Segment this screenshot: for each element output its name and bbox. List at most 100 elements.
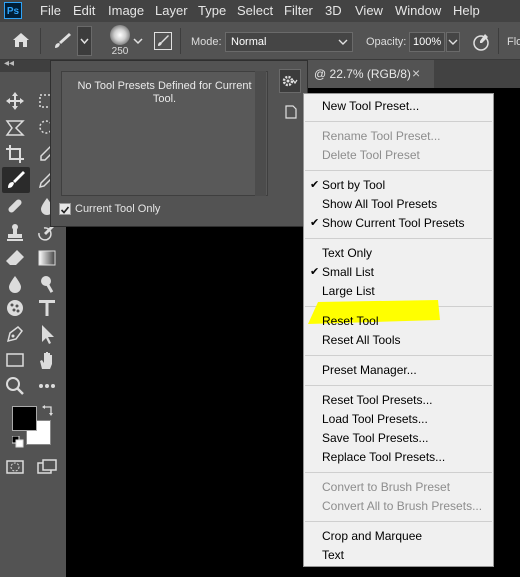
menu-item-show-all-tool-presets[interactable]: Show All Tool Presets	[322, 195, 437, 214]
menu-layer[interactable]: Layer	[155, 3, 188, 18]
eraser-tool-icon[interactable]	[4, 247, 26, 269]
divider	[498, 28, 499, 54]
lasso-tool-icon[interactable]	[4, 117, 26, 139]
opacity-input[interactable]: 100%	[409, 32, 445, 52]
smudge-drop-tool-icon[interactable]	[4, 273, 26, 295]
tool-preset-panel: No Tool Presets Defined for Current Tool…	[50, 60, 308, 227]
opacity-label: Opacity:	[366, 36, 407, 48]
chevron-down-icon	[448, 39, 458, 45]
menu-item-new-tool-preset[interactable]: New Tool Preset...	[322, 97, 419, 116]
menu-item-show-current-tool-presets[interactable]: Show Current Tool Presets	[322, 214, 465, 233]
pressure-opacity-icon[interactable]	[471, 32, 491, 52]
menu-edit[interactable]: Edit	[73, 3, 95, 18]
menu-item-preset-manager[interactable]: Preset Manager...	[322, 361, 417, 380]
opacity-slider-button[interactable]	[446, 32, 460, 52]
brush-tool-icon[interactable]	[5, 169, 27, 191]
chevron-down-icon	[338, 39, 348, 45]
menu-item-reset-tool[interactable]: Reset Tool	[322, 312, 378, 331]
menu-item-text[interactable]: Text	[322, 546, 344, 565]
rectangle-tool-icon[interactable]	[4, 349, 26, 371]
menu-view[interactable]: View	[355, 3, 383, 18]
brush-tool-icon[interactable]	[52, 31, 72, 51]
default-colors-icon[interactable]	[12, 436, 24, 448]
empty-presets-message: No Tool Presets Defined for Current Tool…	[77, 80, 252, 105]
menu-separator	[305, 121, 492, 122]
clone-stamp-tool-icon[interactable]	[4, 221, 26, 243]
menu-separator	[305, 355, 492, 356]
menu-item-reset-tool-presets[interactable]: Reset Tool Presets...	[322, 391, 433, 410]
menu-item-delete-tool-preset: Delete Tool Preset	[322, 148, 420, 162]
checkmark-icon: ✔	[310, 179, 320, 191]
swap-colors-icon[interactable]	[42, 404, 54, 416]
menu-item-convert-to-brush-preset: Convert to Brush Preset	[322, 480, 451, 494]
preset-options-menu: New Tool Preset... Rename Tool Preset...…	[303, 93, 494, 567]
document-tab-strip: @ 22.7% (RGB/8) ×	[300, 60, 520, 88]
checkmark-icon	[60, 206, 70, 214]
menu-separator	[305, 472, 492, 473]
menu-item-save-tool-presets[interactable]: Save Tool Presets...	[322, 429, 429, 448]
brush-settings-panel-button[interactable]	[154, 32, 172, 50]
menu-item-reset-all-tools[interactable]: Reset All Tools	[322, 331, 401, 350]
close-icon[interactable]: ×	[412, 65, 420, 81]
menu-filter[interactable]: Filter	[284, 3, 313, 18]
menu-item-rename-tool-preset: Rename Tool Preset...	[322, 129, 441, 143]
mode-select[interactable]: Normal	[225, 32, 353, 52]
dodge-tool-icon[interactable]	[36, 273, 58, 295]
new-preset-icon[interactable]	[284, 105, 298, 119]
menu-item-small-list[interactable]: Small List	[322, 263, 374, 282]
menu-item-sort-by-tool[interactable]: Sort by Tool	[322, 176, 385, 195]
mode-label: Mode:	[191, 36, 222, 48]
sponge-tool-icon[interactable]	[4, 297, 26, 319]
menu-separator	[305, 521, 492, 522]
flow-label: Flo	[507, 36, 520, 48]
menu-select[interactable]: Select	[237, 3, 273, 18]
menu-item-text-only[interactable]: Text Only	[322, 244, 372, 263]
gear-icon	[282, 75, 298, 87]
document-tab-title: @ 22.7% (RGB/8)	[314, 67, 411, 81]
tool-preset-list[interactable]: No Tool Presets Defined for Current Tool…	[61, 71, 268, 196]
menu-type[interactable]: Type	[198, 3, 226, 18]
menu-file[interactable]: File	[40, 3, 61, 18]
current-tool-only-checkbox[interactable]	[59, 203, 71, 215]
menu-separator	[305, 170, 492, 171]
pen-tool-icon[interactable]	[4, 323, 26, 345]
menu-item-load-tool-presets[interactable]: Load Tool Presets...	[322, 410, 428, 429]
crop-tool-icon[interactable]	[4, 143, 26, 165]
document-tab[interactable]: @ 22.7% (RGB/8) ×	[308, 60, 434, 88]
menu-item-replace-tool-presets[interactable]: Replace Tool Presets...	[322, 448, 445, 467]
path-selection-tool-icon[interactable]	[36, 323, 58, 345]
hand-tool-icon[interactable]	[36, 349, 58, 371]
chevron-down-icon	[80, 38, 89, 45]
menu-item-crop-and-marquee[interactable]: Crop and Marquee	[322, 527, 422, 546]
divider	[40, 28, 41, 54]
home-icon[interactable]	[12, 32, 30, 48]
divider	[180, 28, 181, 54]
checkmark-icon: ✔	[310, 266, 320, 278]
type-tool-icon[interactable]	[36, 297, 58, 319]
menu-image[interactable]: Image	[108, 3, 144, 18]
menu-separator	[305, 385, 492, 386]
options-bar: 250 Mode: Normal Opacity: 100% Flo	[0, 22, 520, 60]
zoom-tool-icon[interactable]	[4, 375, 26, 397]
menu-bar: Ps File Edit Image Layer Type Select Fil…	[0, 0, 520, 22]
move-tool-icon[interactable]	[4, 90, 26, 112]
gradient-tool-icon[interactable]	[36, 247, 58, 269]
preset-options-button[interactable]	[279, 69, 301, 93]
chevron-down-icon[interactable]	[132, 36, 144, 46]
tool-preset-picker-button[interactable]	[77, 26, 92, 56]
quick-mask-icon[interactable]	[4, 456, 26, 478]
screen-mode-icon[interactable]	[36, 456, 58, 478]
photoshop-logo: Ps	[4, 2, 22, 19]
menu-window[interactable]: Window	[395, 3, 441, 18]
mode-value: Normal	[231, 36, 267, 48]
preset-list-scrollbar[interactable]	[255, 71, 266, 196]
menu-3d[interactable]: 3D	[325, 3, 342, 18]
menu-help[interactable]: Help	[453, 3, 480, 18]
foreground-color-swatch[interactable]	[12, 406, 37, 431]
current-tool-only-label: Current Tool Only	[75, 203, 161, 215]
menu-item-convert-all-to-brush-presets: Convert All to Brush Presets...	[322, 499, 483, 513]
healing-brush-tool-icon[interactable]	[4, 195, 26, 217]
more-tools-icon[interactable]	[36, 375, 58, 397]
collapse-arrows-icon[interactable]: ◂◂	[4, 58, 14, 69]
menu-separator	[305, 238, 492, 239]
